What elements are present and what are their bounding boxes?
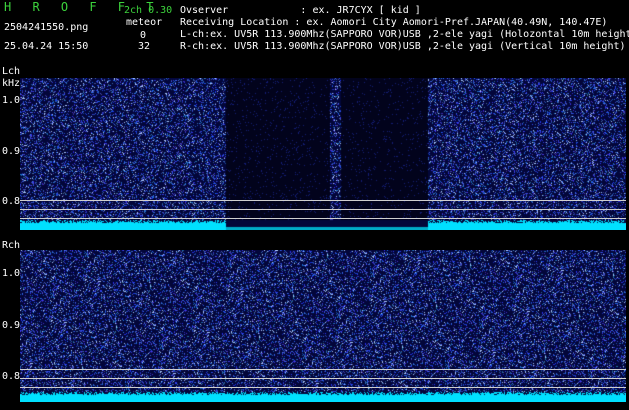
rch-ylabel-3: 0.8 (2, 371, 21, 382)
lch-guide-line (20, 209, 626, 210)
meteor-label: meteor (126, 17, 163, 28)
rch-channel-label: Rch (2, 240, 21, 251)
lch-ylabel-3: 0.8 (2, 196, 21, 207)
lch-spectrogram-canvas (20, 78, 626, 230)
rch-receiver-line: R-ch:ex. UV5R 113.900Mhz(SAPPORO VOR)USB… (180, 41, 626, 52)
observer-line: Ovserver : ex. JR7CYX [ kid ] (180, 5, 421, 16)
rch-spectrogram (20, 250, 626, 402)
lch-unit-label: kHz (2, 78, 21, 89)
lch-guide-line (20, 200, 626, 201)
rch-ylabel-2: 0.9 (2, 320, 21, 331)
lch-ylabel-2: 0.9 (2, 146, 21, 157)
rch-guide-line (20, 378, 626, 379)
lch-ylabel-1: 1.0 (2, 95, 21, 106)
location-line: Receiving Location : ex. Aomori City Aom… (180, 17, 608, 28)
rch-meteor-count: 32 (138, 41, 151, 52)
lch-spectrogram (20, 78, 626, 230)
rch-spectrogram-canvas (20, 250, 626, 402)
file-name: 2504241550.png (4, 22, 89, 33)
app-version: 2ch 0.30 (124, 5, 173, 16)
rch-ylabel-1: 1.0 (2, 268, 21, 279)
file-datetime: 25.04.24 15:50 (4, 41, 89, 52)
rch-guide-line (20, 369, 626, 370)
lch-guide-line (20, 218, 626, 219)
lch-receiver-line: L-ch:ex. UV5R 113.900Mhz(SAPPORO VOR)USB… (180, 29, 629, 40)
lch-channel-label: Lch (2, 66, 21, 77)
lch-meteor-count: 0 (140, 30, 147, 41)
rch-guide-line (20, 387, 626, 388)
